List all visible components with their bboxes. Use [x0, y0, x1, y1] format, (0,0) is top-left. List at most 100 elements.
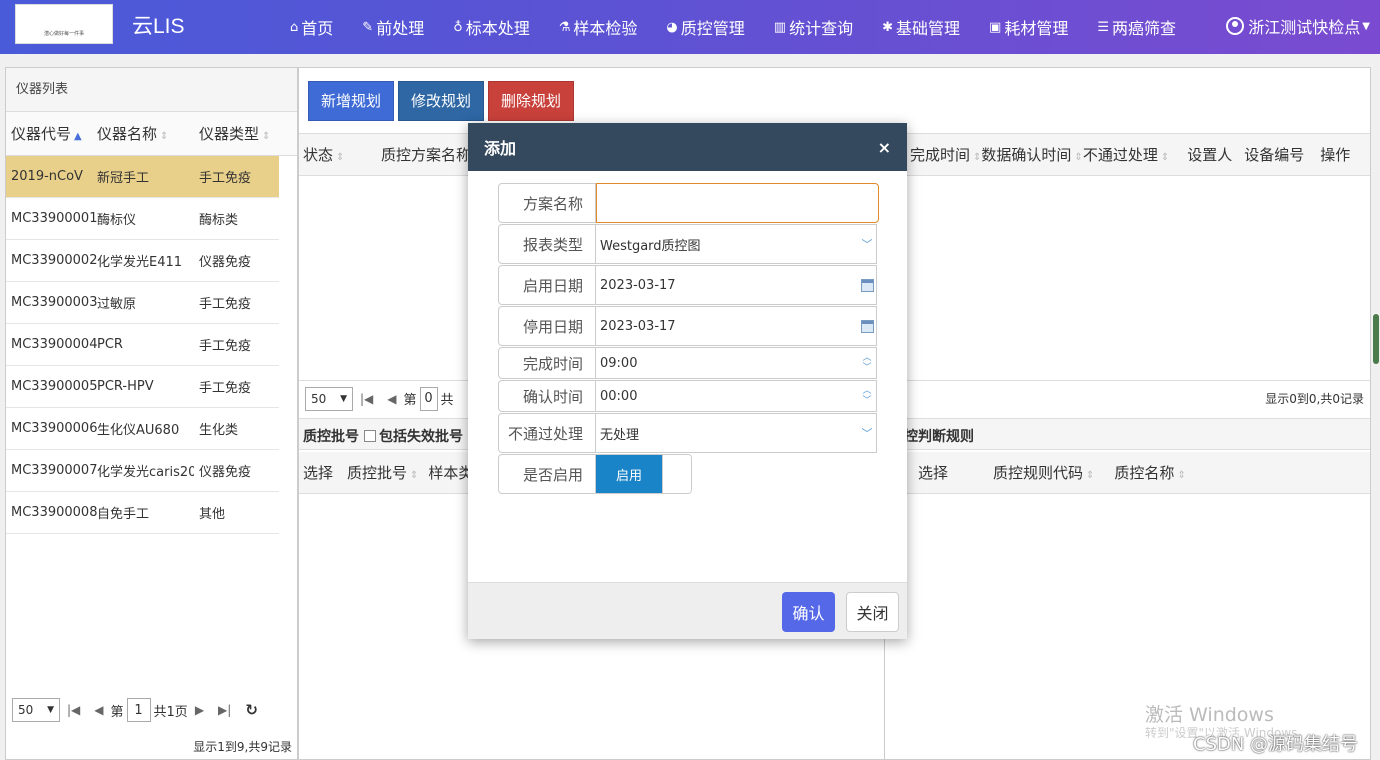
toggle-on-label: 启用 — [596, 455, 662, 493]
cell-code: 2019-nCoV — [11, 169, 83, 184]
select-value: Westgard质控图 — [600, 238, 701, 254]
start-date-input[interactable]: 2023-03-17 — [596, 265, 877, 305]
start-date-row: 启用日期 2023-03-17 — [498, 265, 877, 305]
nav-home[interactable]: ⌂ 首页 — [290, 15, 333, 39]
cell-name: PCR — [97, 337, 123, 352]
sort-icon: ⇕ — [1086, 470, 1095, 481]
user-menu[interactable]: 浙江测试快检点 ▼ — [1226, 14, 1370, 38]
end-date-row: 停用日期 2023-03-17 — [498, 306, 877, 346]
table-row[interactable]: MC33900001 酶标仪 酶标类 — [6, 198, 279, 240]
table-row[interactable]: MC33900007 化学发光caris200 仪器免疫 — [6, 450, 279, 492]
prev-page-icon[interactable]: ◀ — [94, 703, 103, 717]
table-row[interactable]: MC33900002 化学发光E411 仪器免疫 — [6, 240, 279, 282]
scrollbar[interactable] — [1373, 314, 1379, 364]
nav-specimen[interactable]: ♁ 标本处理 — [453, 15, 530, 39]
page-size-select[interactable]: 50 ▼ — [12, 698, 60, 722]
sort-asc-icon: ▲ — [74, 131, 82, 142]
finish-time-input[interactable]: 09:00 ︿ ﹀ — [596, 347, 877, 379]
nav-label: 统计查询 — [789, 19, 854, 38]
nav-basic[interactable]: ✱ 基础管理 — [882, 15, 960, 39]
cell-name: 生化仪AU680 — [97, 423, 180, 438]
col-batch-header[interactable]: 质控批号 ⇕ — [347, 462, 418, 483]
end-date-input[interactable]: 2023-03-17 — [596, 306, 877, 346]
field-label: 方案名称 — [498, 183, 596, 223]
delete-plan-button[interactable]: 删除规划 — [488, 80, 575, 121]
spinner-icon[interactable]: ︿ ﹀ — [858, 348, 876, 378]
enabled-toggle[interactable]: 启用 — [596, 454, 692, 494]
calendar-icon[interactable] — [858, 319, 876, 333]
first-page-icon[interactable]: |◀ — [67, 703, 80, 717]
page-input[interactable]: 0 — [419, 386, 438, 411]
confirm-time-input[interactable]: 00:00 ︿ ﹀ — [596, 380, 877, 412]
col-rule-code-header[interactable]: 质控规则代码 ⇕ — [993, 462, 1094, 483]
sort-icon: ⇕ — [262, 131, 271, 142]
add-plan-dialog: 添加 × 方案名称 报表类型 Westgard质控图 ﹀ 启用日期 2023-03… — [468, 123, 907, 639]
plan-name-input[interactable] — [596, 183, 879, 223]
home-icon: ⌂ — [290, 19, 299, 35]
add-plan-button[interactable]: 新增规划 — [308, 80, 395, 121]
include-expired-checkbox[interactable]: 包括失效批号 — [361, 426, 463, 446]
user-avatar-icon — [1226, 17, 1245, 35]
date-value: 2023-03-17 — [600, 277, 676, 293]
col-name-header[interactable]: 仪器名称 ⇕ — [92, 123, 194, 144]
col-confirm-time-header[interactable]: 数据确认时间 ⇕ — [981, 144, 1082, 165]
spinner-icon[interactable]: ︿ ﹀ — [858, 381, 876, 411]
col-finish-time-header[interactable]: 完成时间 ⇕ — [910, 144, 981, 165]
col-code-header[interactable]: 仪器代号 ▲ — [6, 123, 92, 144]
page-size-select[interactable]: 50 ▼ — [305, 386, 353, 411]
header-label: 仪器代号 — [11, 125, 72, 143]
nav-screening[interactable]: ☰ 两癌筛查 — [1097, 15, 1176, 39]
cell-name: 自免手工 — [97, 507, 150, 522]
nav-consumables[interactable]: ▣ 耗材管理 — [989, 15, 1068, 39]
col-qc-name-header[interactable]: 质控名称 ⇕ — [1114, 462, 1185, 483]
cell-type: 仪器免疫 — [199, 465, 252, 480]
table-row[interactable]: MC33900003 过敏原 手工免疫 — [6, 282, 279, 324]
caret-down-icon: ▼ — [47, 705, 54, 715]
instrument-table-body: 2019-nCoV 新冠手工 手工免疫 MC33900001 酶标仪 酶标类 MC339… — [6, 156, 297, 534]
app-name[interactable]: 云LIS — [132, 10, 185, 40]
calendar-icon[interactable] — [858, 278, 876, 292]
nav-stats[interactable]: ▥ 统计查询 — [774, 15, 853, 39]
header-label: 质控批号 — [347, 464, 408, 482]
nav-preprocess[interactable]: ✎ 前处理 — [362, 15, 424, 39]
page-prefix: 第 — [403, 393, 417, 408]
close-button[interactable]: 关闭 — [846, 592, 899, 632]
table-row[interactable]: MC33900004 PCR 手工免疫 — [6, 324, 279, 366]
page-input[interactable]: 1 — [126, 698, 151, 722]
sort-icon: ⇕ — [1177, 470, 1186, 481]
next-page-icon[interactable]: ▶ — [195, 703, 204, 717]
confirm-button[interactable]: 确认 — [782, 592, 835, 632]
cell-name: PCR-HPV — [97, 379, 154, 394]
time-value: 00:00 — [600, 388, 638, 404]
table-row[interactable]: MC33900006 生化仪AU680 生化类 — [6, 408, 279, 450]
prev-page-icon[interactable]: ◀ — [387, 392, 396, 406]
cell-type: 其他 — [199, 507, 226, 522]
close-icon[interactable]: × — [878, 138, 891, 157]
header-label: 完成时间 — [910, 146, 971, 164]
instrument-pager: 50 ▼ |◀ ◀ 第 1 共1页 ▶ ▶| ↻ — [6, 693, 265, 727]
checkbox-label: 包括失效批号 — [379, 429, 463, 445]
col-type-header[interactable]: 仪器类型 ⇕ — [194, 123, 279, 144]
edit-plan-button[interactable]: 修改规划 — [398, 80, 485, 121]
table-row[interactable]: 2019-nCoV 新冠手工 手工免疫 — [6, 156, 279, 198]
user-name: 浙江测试快检点 — [1248, 18, 1361, 37]
nav-label: 质控管理 — [680, 19, 745, 38]
col-status-header[interactable]: 状态 ⇕ — [303, 144, 381, 165]
table-row[interactable]: MC33900005 PCR-HPV 手工免疫 — [6, 366, 279, 408]
cell-code: MC33900005 — [11, 379, 98, 394]
nav-sample-test[interactable]: ⚗ 样本检验 — [559, 15, 638, 39]
col-fail-handling-header[interactable]: 不通过处理 ⇕ — [1083, 144, 1169, 165]
table-row[interactable]: MC33900008 自免手工 其他 — [6, 492, 279, 534]
nav-qc[interactable]: ◕ 质控管理 — [666, 15, 744, 39]
field-label: 停用日期 — [498, 306, 596, 346]
nav-label: 耗材管理 — [1004, 19, 1069, 38]
refresh-icon[interactable]: ↻ — [245, 701, 258, 719]
cell-type: 手工免疫 — [199, 297, 252, 312]
fail-handling-row: 不通过处理 无处理 ﹀ — [498, 413, 877, 453]
nav-label: 两癌筛查 — [1111, 19, 1176, 38]
report-type-select[interactable]: Westgard质控图 ﹀ — [596, 224, 877, 264]
beaker-icon: ⚗ — [558, 19, 571, 35]
last-page-icon[interactable]: ▶| — [218, 703, 231, 717]
fail-handling-select[interactable]: 无处理 ﹀ — [596, 413, 877, 453]
first-page-icon[interactable]: |◀ — [360, 392, 373, 406]
